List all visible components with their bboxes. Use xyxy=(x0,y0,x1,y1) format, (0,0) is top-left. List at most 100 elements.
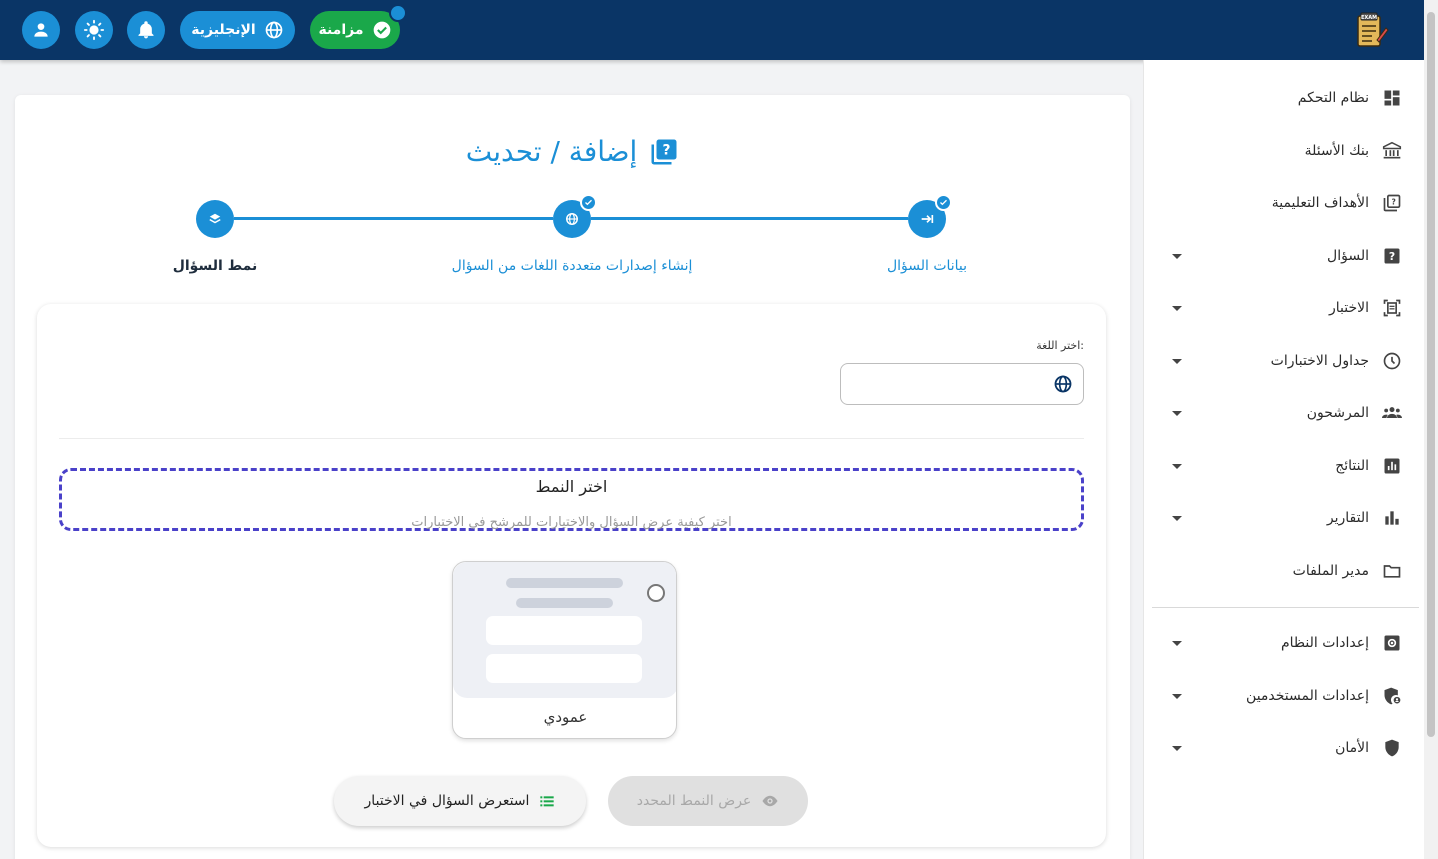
sidebar-item-label: مدير الملفات xyxy=(1292,563,1369,579)
question-book-icon: ? xyxy=(651,139,677,164)
sidebar-item-label: الاختبار xyxy=(1328,300,1369,316)
sidebar: نظام التحكم بنك الأسئلة ? الأهداف التعلي… xyxy=(1143,60,1424,859)
clock-icon xyxy=(1381,350,1403,372)
sidebar-item-reports[interactable]: التقارير xyxy=(1144,498,1425,538)
page-scrollbar[interactable] xyxy=(1424,0,1438,859)
layers-icon xyxy=(209,213,221,224)
language-select-label: اختر اللغة: xyxy=(1036,339,1084,352)
notifications-button[interactable] xyxy=(127,11,165,49)
svg-text:?: ? xyxy=(1389,250,1395,263)
brightness-icon xyxy=(83,19,105,41)
sidebar-item-label: النتائج xyxy=(1335,458,1369,474)
sidebar-item-results[interactable]: النتائج xyxy=(1144,446,1425,486)
enter-icon xyxy=(921,215,934,223)
app-logo[interactable]: EXAM xyxy=(1350,10,1390,50)
language-switch-button[interactable]: الإنجليزية xyxy=(180,11,295,49)
svg-text:?: ? xyxy=(663,142,671,158)
sidebar-divider xyxy=(1152,607,1419,608)
sidebar-item-label: نظام التحكم xyxy=(1297,90,1369,106)
main-card: ? إضافة / تحديث بيانات السؤال إنشاء إصدا… xyxy=(15,95,1130,859)
folder-icon xyxy=(1381,560,1403,582)
pattern-subtitle: اختر كيفية عرض السؤال والاختيارات للمرشح… xyxy=(411,515,732,530)
sidebar-item-label: المرشحون xyxy=(1306,405,1369,421)
sidebar-item-security[interactable]: الأمان xyxy=(1144,728,1425,768)
show-selected-pattern-button[interactable]: عرض النمط المحدد xyxy=(608,776,808,826)
scrollbar-thumb[interactable] xyxy=(1427,12,1435,737)
svg-text:EXAM: EXAM xyxy=(1361,15,1377,21)
user-icon xyxy=(34,23,48,37)
stepper-line xyxy=(234,217,553,220)
step-label-question-data: بيانات السؤال xyxy=(886,258,968,274)
language-label: الإنجليزية xyxy=(191,22,256,38)
show-selected-pattern-label: عرض النمط المحدد xyxy=(636,793,752,809)
language-select[interactable] xyxy=(840,363,1084,405)
step-label-pattern: نمط السؤال xyxy=(172,258,258,274)
question-box-icon: ? xyxy=(1381,245,1403,267)
pattern-radio[interactable] xyxy=(647,584,665,602)
sidebar-item-exam[interactable]: الاختبار xyxy=(1144,288,1425,328)
step-label-multilang: إنشاء إصدارات متعددة اللغات من السؤال xyxy=(451,258,693,274)
step-question-pattern[interactable] xyxy=(196,200,234,238)
dashboard-icon xyxy=(1381,87,1403,109)
sidebar-item-label: الأهداف التعليمية xyxy=(1271,195,1369,211)
divider xyxy=(59,438,1084,439)
pattern-option-vertical[interactable]: عمودي xyxy=(452,561,677,739)
bar-chart-icon xyxy=(1381,507,1403,529)
sidebar-item-label: جداول الاختبارات xyxy=(1270,353,1369,369)
chevron-down-icon[interactable] xyxy=(1172,693,1182,699)
globe-icon xyxy=(265,21,283,39)
sidebar-item-label: التقارير xyxy=(1326,510,1369,526)
sidebar-item-exam-schedules[interactable]: جداول الاختبارات xyxy=(1144,341,1425,381)
top-bar: الإنجليزية مزامنة EXAM xyxy=(0,0,1424,60)
sync-label: مزامنة xyxy=(318,22,364,38)
chevron-down-icon[interactable] xyxy=(1172,410,1182,416)
bell-icon xyxy=(138,21,154,39)
quiz-book-icon: ? xyxy=(1381,192,1403,214)
sidebar-item-user-settings[interactable]: إعدادات المستخدمين xyxy=(1144,676,1425,716)
pattern-form-card: اختر اللغة: اختر النمط اختر كيفية عرض ال… xyxy=(37,304,1106,847)
user-shield-icon xyxy=(1381,685,1403,707)
sync-status-dot xyxy=(389,4,407,22)
list-icon xyxy=(540,796,555,807)
step-check-icon xyxy=(580,194,597,211)
sidebar-item-label: السؤال xyxy=(1327,248,1369,264)
step-question-data[interactable] xyxy=(908,194,952,238)
chevron-down-icon[interactable] xyxy=(1172,640,1182,646)
sidebar-item-label: الأمان xyxy=(1335,740,1369,756)
bank-icon xyxy=(1381,140,1403,162)
preview-question-label: استعرض السؤال في الاختبار xyxy=(364,793,530,809)
sidebar-item-label: إعدادات المستخدمين xyxy=(1246,688,1369,704)
sidebar-item-label: بنك الأسئلة xyxy=(1304,143,1369,159)
sync-button[interactable]: مزامنة xyxy=(310,4,407,49)
user-menu-button[interactable] xyxy=(22,11,60,49)
chevron-down-icon[interactable] xyxy=(1172,515,1182,521)
chevron-down-icon[interactable] xyxy=(1172,253,1182,259)
pattern-title: اختر النمط xyxy=(535,477,608,496)
shield-icon xyxy=(1381,737,1403,759)
eye-icon xyxy=(762,795,778,807)
chevron-down-icon[interactable] xyxy=(1172,358,1182,364)
group-icon xyxy=(1381,402,1403,424)
theme-toggle-button[interactable] xyxy=(75,11,113,49)
chevron-down-icon[interactable] xyxy=(1172,745,1182,751)
preview-question-button[interactable]: استعرض السؤال في الاختبار xyxy=(334,776,586,826)
chevron-down-icon[interactable] xyxy=(1172,305,1182,311)
sidebar-item-question-bank[interactable]: بنك الأسئلة xyxy=(1144,131,1425,171)
globe-icon xyxy=(1054,375,1072,393)
pattern-option-label: عمودي xyxy=(543,708,588,726)
stepper-line xyxy=(591,217,908,220)
step-multilang-versions[interactable] xyxy=(553,194,597,238)
sidebar-item-learning-objectives[interactable]: ? الأهداف التعليمية xyxy=(1144,183,1425,223)
page-title: ? إضافة / تحديث xyxy=(15,135,1130,168)
pattern-header-box: اختر النمط اختر كيفية عرض السؤال والاختي… xyxy=(59,468,1084,531)
sidebar-item-system-settings[interactable]: إعدادات النظام xyxy=(1144,623,1425,663)
svg-text:?: ? xyxy=(1391,198,1395,207)
chart-box-icon xyxy=(1381,455,1403,477)
settings-box-icon xyxy=(1381,632,1403,654)
sidebar-item-candidates[interactable]: المرشحون xyxy=(1144,393,1425,433)
sidebar-item-question[interactable]: ? السؤال xyxy=(1144,236,1425,276)
sidebar-item-dashboard[interactable]: نظام التحكم xyxy=(1144,78,1425,118)
sidebar-item-file-manager[interactable]: مدير الملفات xyxy=(1144,551,1425,591)
check-circle-icon xyxy=(373,21,390,39)
chevron-down-icon[interactable] xyxy=(1172,463,1182,469)
